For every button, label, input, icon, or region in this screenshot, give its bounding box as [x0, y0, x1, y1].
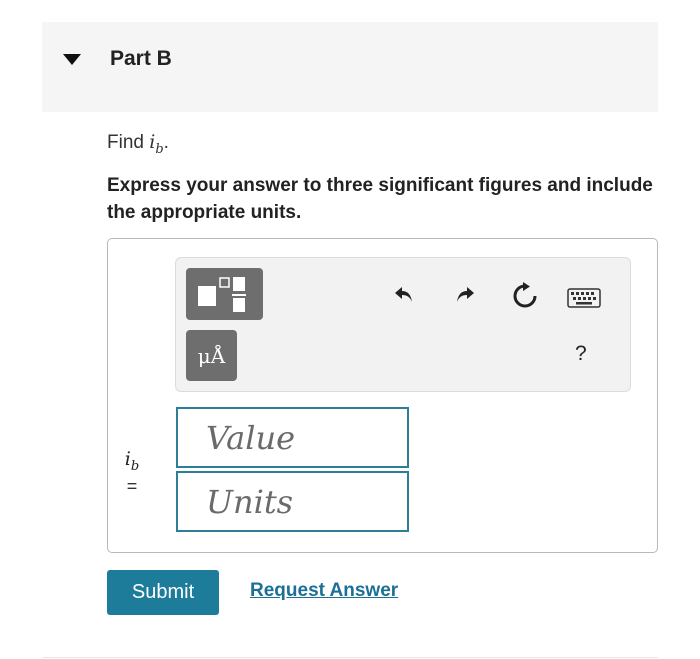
question-variable: ib [149, 131, 164, 157]
answer-label: ib = [120, 448, 144, 497]
units-input[interactable] [176, 471, 409, 532]
reset-button[interactable] [511, 282, 539, 315]
collapse-caret-icon[interactable] [63, 54, 81, 65]
reset-icon [513, 282, 537, 308]
find-label: Find [107, 132, 144, 153]
units-button[interactable]: μÅ [186, 330, 237, 381]
question-prompt: Find ib. [107, 131, 169, 157]
keyboard-icon [567, 288, 601, 308]
undo-button[interactable] [392, 282, 416, 311]
value-input[interactable] [176, 407, 409, 468]
divider [42, 657, 658, 658]
part-title: Part B [110, 47, 172, 70]
equals-sign: = [126, 475, 138, 496]
templates-icon [198, 277, 246, 312]
redo-button[interactable] [453, 282, 477, 311]
answer-instructions: Express your answer to three significant… [107, 175, 653, 223]
submit-button[interactable]: Submit [107, 570, 219, 615]
help-button[interactable]: ? [575, 342, 587, 366]
units-icon: μÅ [197, 343, 226, 368]
undo-icon [395, 287, 412, 302]
request-answer-link[interactable]: Request Answer [250, 580, 398, 602]
keyboard-button[interactable] [567, 288, 601, 313]
find-suffix: . [163, 132, 169, 153]
answer-variable: ib [124, 448, 140, 474]
templates-button[interactable] [186, 268, 263, 320]
redo-icon [457, 287, 474, 302]
